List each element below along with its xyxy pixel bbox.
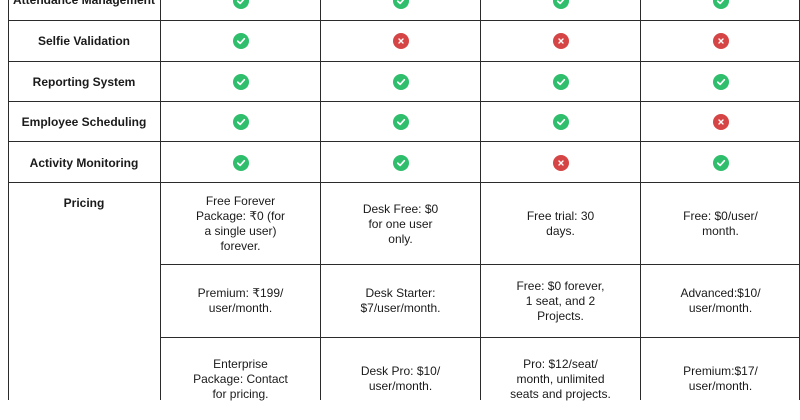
table-divider xyxy=(8,61,800,62)
price-text: Desk Starter: $7/user/month. xyxy=(360,286,441,315)
status-cell xyxy=(321,21,480,61)
price-cell-r1-c0: Premium: ₹199/user/month. xyxy=(161,265,320,337)
table-divider xyxy=(160,0,161,400)
comparison-table: Attendance Management Selfie Validation … xyxy=(0,0,800,401)
status-cell xyxy=(321,143,480,183)
status-cell xyxy=(641,62,800,102)
table-divider xyxy=(8,141,800,142)
cross-icon xyxy=(712,114,729,130)
price-cell-r2-c0: Enterprise Package: Contact for pricing. xyxy=(161,338,320,420)
status-cell xyxy=(641,0,800,21)
price-text: Enterprise Package: Contact for pricing. xyxy=(193,356,288,401)
pricing-label: Pricing xyxy=(63,196,105,210)
cross-icon xyxy=(552,33,569,49)
check-icon xyxy=(712,74,729,90)
status-cell xyxy=(481,102,640,142)
check-icon xyxy=(232,74,249,90)
price-cell-r0-c3: Free: $0/user/month. xyxy=(641,183,800,265)
price-text: Advanced:$10/user/month. xyxy=(680,286,761,315)
price-cell-r1-c1: Desk Starter: $7/user/month. xyxy=(321,265,480,337)
status-cell xyxy=(321,102,480,142)
check-icon xyxy=(392,0,409,9)
table-divider xyxy=(8,20,800,21)
status-cell xyxy=(321,62,480,102)
feature-label-reporting: Reporting System xyxy=(32,75,136,89)
check-icon xyxy=(232,155,249,171)
price-text: Free: $0 forever, 1 seat, and 2 Projects. xyxy=(516,278,605,323)
check-icon xyxy=(392,114,409,130)
check-icon xyxy=(552,114,569,130)
check-icon xyxy=(712,155,729,171)
status-cell xyxy=(481,143,640,183)
price-cell-r0-c1: Desk Free: $0 for one user only. xyxy=(321,183,480,265)
check-icon xyxy=(552,0,569,9)
table-divider xyxy=(8,182,800,183)
status-cell xyxy=(161,143,320,183)
status-cell xyxy=(161,21,320,61)
price-cell-r2-c2: Pro: $12/seat/month, unlimited seats and … xyxy=(481,338,640,420)
table-divider xyxy=(640,0,641,400)
price-cell-r1-c2: Free: $0 forever, 1 seat, and 2 Projects. xyxy=(481,265,640,337)
status-cell xyxy=(481,21,640,61)
table-divider xyxy=(8,0,9,400)
price-cell-r0-c2: Free trial: 30 days. xyxy=(481,183,640,265)
price-cell-r2-c3: Premium:$17/user/month. xyxy=(641,338,800,420)
check-icon xyxy=(392,74,409,90)
status-cell xyxy=(161,102,320,142)
check-icon xyxy=(392,155,409,171)
table-divider xyxy=(480,0,481,400)
price-text: Free Forever Package: ₹0 (for a single use… xyxy=(195,194,285,253)
status-cell xyxy=(481,0,640,21)
price-text: Free trial: 30 days. xyxy=(526,209,595,238)
status-cell xyxy=(161,0,320,21)
price-text: Desk Pro: $10/user/month. xyxy=(360,364,441,393)
table-divider xyxy=(320,0,321,400)
feature-label-attendance: Attendance Management xyxy=(12,0,156,7)
check-icon xyxy=(232,114,249,130)
status-cell xyxy=(641,21,800,61)
status-cell xyxy=(161,62,320,102)
feature-label-monitoring: Activity Monitoring xyxy=(29,156,139,170)
check-icon xyxy=(552,74,569,90)
table-divider xyxy=(8,101,800,102)
price-text: Premium:$17/user/month. xyxy=(683,364,758,393)
status-cell xyxy=(321,0,480,21)
cross-icon xyxy=(552,155,569,171)
price-cell-r0-c0: Free Forever Package: ₹0 (for a single use… xyxy=(161,183,320,265)
cross-icon xyxy=(712,33,729,49)
status-cell xyxy=(481,62,640,102)
feature-label-scheduling: Employee Scheduling xyxy=(21,115,147,129)
check-icon xyxy=(232,0,249,9)
price-cell-r1-c3: Advanced:$10/user/month. xyxy=(641,265,800,337)
price-text: Premium: ₹199/user/month. xyxy=(197,286,284,315)
price-text: Desk Free: $0 for one user only. xyxy=(362,201,439,246)
price-cell-r2-c1: Desk Pro: $10/user/month. xyxy=(321,338,480,420)
feature-label-selfie: Selfie Validation xyxy=(37,34,131,48)
price-text: Pro: $12/seat/month, unlimited seats and … xyxy=(510,356,611,401)
status-cell xyxy=(641,143,800,183)
price-text: Free: $0/user/month. xyxy=(683,209,758,238)
check-icon xyxy=(712,0,729,9)
status-cell xyxy=(641,102,800,142)
cross-icon xyxy=(392,33,409,49)
check-icon xyxy=(232,33,249,49)
